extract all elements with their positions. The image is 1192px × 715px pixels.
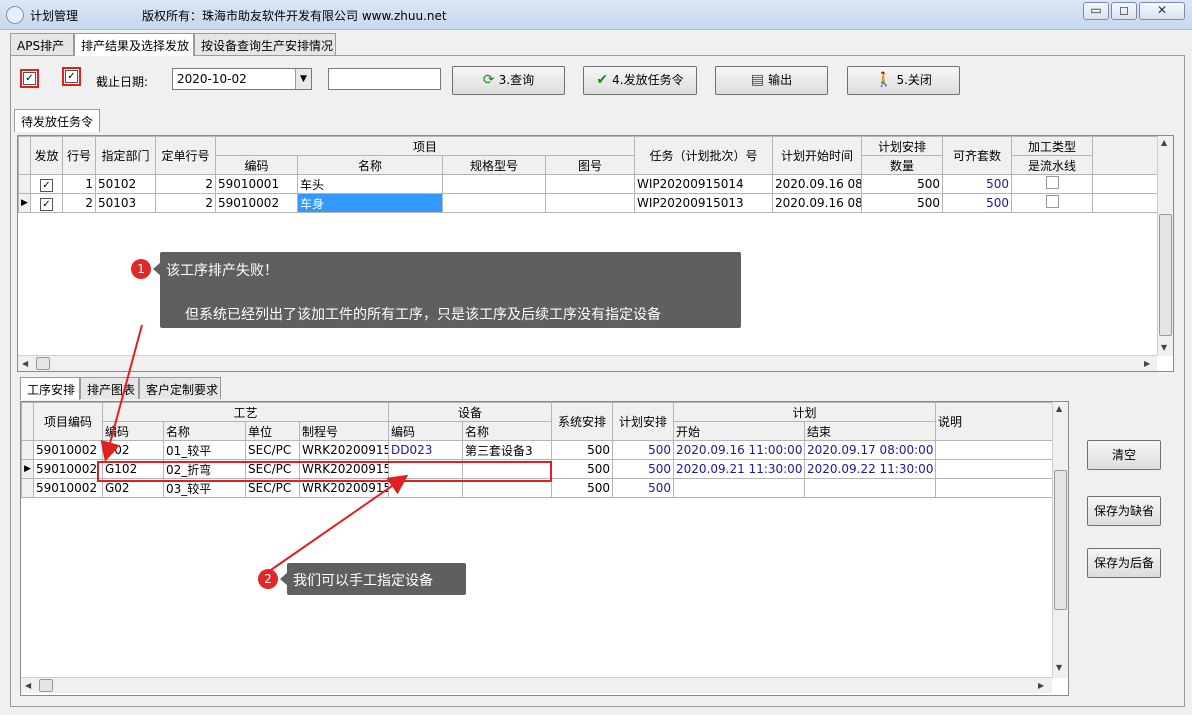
callout-badge-2: 2	[258, 569, 278, 589]
callout-1-line1: 该工序排产失败！	[166, 263, 278, 279]
tab-schedule-result[interactable]: 排产结果及选择发放	[74, 33, 194, 56]
tab-process-arrangement[interactable]: 工序安排	[20, 377, 80, 400]
callout-2-text: 我们可以手工指定设备	[293, 573, 433, 589]
arrow-1	[100, 324, 143, 462]
arrow-2	[267, 474, 409, 573]
callout-badge-1: 1	[131, 259, 151, 279]
callout-2-pointer	[280, 572, 288, 586]
callout-box-2: 我们可以手工指定设备	[287, 563, 466, 595]
tab-pending-tasks[interactable]: 待发放任务令	[14, 109, 100, 132]
callout-box-1: 该工序排产失败！ 但系统已经列出了该加工件的所有工序，只是该工序及后续工序没有指…	[160, 252, 741, 328]
callout-1-line2: 但系统已经列出了该加工件的所有工序，只是该工序及后续工序没有指定设备	[185, 307, 661, 323]
callout-1-pointer	[153, 262, 161, 276]
annotation-arrows	[100, 324, 409, 573]
